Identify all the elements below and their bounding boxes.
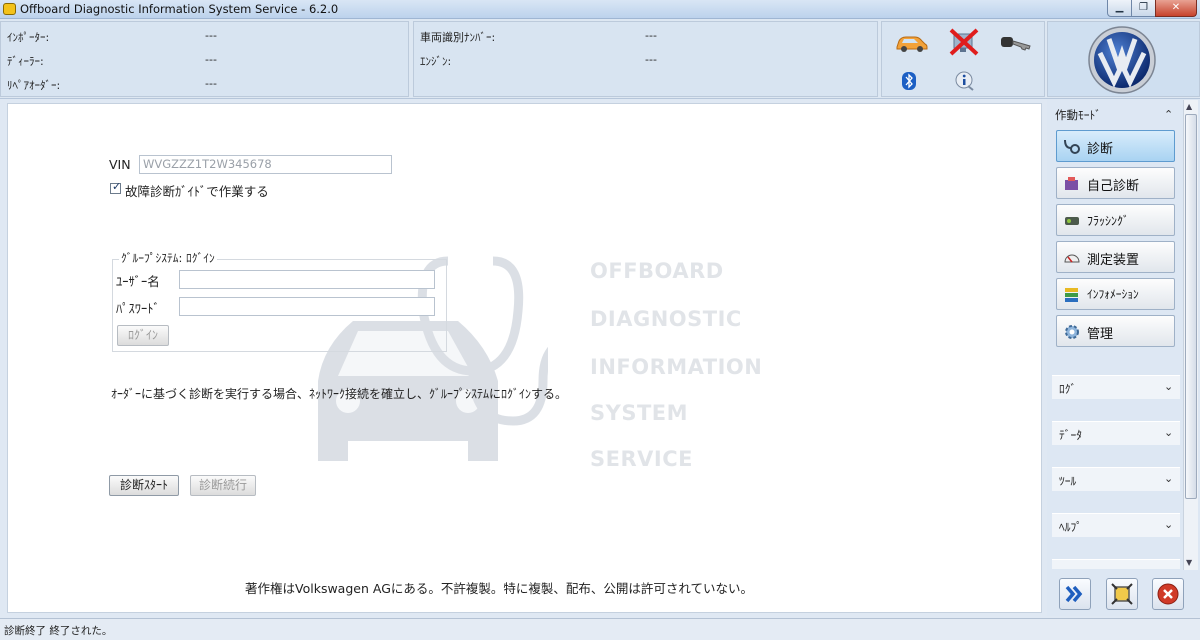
expand-down-icon: ⌄ <box>1164 426 1174 439</box>
vehicle-info-panel: 車両識別ﾅﾝﾊﾞｰ: --- ｴﾝｼﾞﾝ: --- <box>413 21 878 97</box>
start-diagnosis-button[interactable]: 診断ｽﾀｰﾄ <box>109 475 179 496</box>
watermark-line-4: SYSTEM <box>590 401 689 425</box>
window-close-button[interactable]: ✕ <box>1155 0 1197 17</box>
window-title: Offboard Diagnostic Information System S… <box>20 2 339 16</box>
watermark-line-1: OFFBOARD <box>590 259 724 283</box>
stethoscope-icon <box>1064 139 1080 154</box>
vin-header-label: 車両識別ﾅﾝﾊﾞｰ: <box>420 31 496 44</box>
copyright-text: 著作権はVolkswagen AGにある。不許複製。特に複製、配布、公開は許可さ… <box>245 581 754 596</box>
close-icon <box>1157 583 1179 605</box>
section-help[interactable]: ﾍﾙﾌﾟ ⌄ <box>1052 513 1180 537</box>
expand-down-icon: ⌄ <box>1164 472 1174 485</box>
login-button[interactable]: ﾛｸﾞｲﾝ <box>117 325 169 346</box>
scrollbar-thumb[interactable] <box>1185 114 1197 499</box>
mode-label: 測定装置 <box>1087 253 1140 268</box>
username-label: ﾕｰｻﾞｰ名 <box>116 274 160 289</box>
password-input[interactable] <box>179 297 435 316</box>
guided-fault-finding-label[interactable]: 故障診断ｶﾞｲﾄﾞで作業する <box>125 181 269 200</box>
vin-input[interactable]: WVGZZZ1T2W345678 <box>139 155 392 174</box>
status-icons-panel <box>881 21 1045 97</box>
books-icon <box>1065 288 1078 302</box>
mode-information-button[interactable]: ｲﾝﾌｫﾒｰｼｮﾝ <box>1056 278 1175 310</box>
section-tools-label: ﾂｰﾙ <box>1059 474 1077 488</box>
continue-diagnosis-button[interactable]: 診断続行 <box>190 475 256 496</box>
dealer-info-panel: ｲﾝﾎﾟｰﾀｰ: --- ﾃﾞｨｰﾗｰ: --- ﾘﾍﾟｱｵｰﾀﾞｰ: --- <box>0 21 409 97</box>
dealer-value: --- <box>205 53 217 66</box>
key-icon[interactable] <box>1000 34 1032 54</box>
repair-order-value: --- <box>205 77 217 90</box>
guided-fault-finding-checkbox[interactable] <box>110 180 121 194</box>
vw-logo-icon <box>1088 26 1156 94</box>
expand-down-icon: ⌄ <box>1164 380 1174 393</box>
info-header: ｲﾝﾎﾟｰﾀｰ: --- ﾃﾞｨｰﾗｰ: --- ﾘﾍﾟｱｵｰﾀﾞｰ: --- … <box>0 19 1200 99</box>
mode-label: ﾌﾗｯｼﾝｸﾞ <box>1087 214 1130 228</box>
scroll-down-icon[interactable]: ▼ <box>1186 558 1192 567</box>
mode-flashing-button[interactable]: ﾌﾗｯｼﾝｸﾞ <box>1056 204 1175 236</box>
exit-button[interactable] <box>1152 578 1184 610</box>
username-input[interactable] <box>179 270 435 289</box>
mode-diagnosis-button[interactable]: 診断 <box>1056 130 1175 162</box>
vin-label: VIN <box>109 157 131 172</box>
mode-label: 自己診断 <box>1087 179 1140 194</box>
mode-measuring-button[interactable]: 測定装置 <box>1056 241 1175 273</box>
status-bar: 診断終了 終了された。 <box>0 618 1200 640</box>
watermark-line-3: INFORMATION <box>590 355 763 379</box>
mode-label: ｲﾝﾌｫﾒｰｼｮﾝ <box>1087 287 1139 301</box>
section-tools[interactable]: ﾂｰﾙ ⌄ <box>1052 467 1180 491</box>
password-label: ﾊﾟｽﾜｰﾄﾞ <box>116 301 160 316</box>
minimize-button[interactable]: ▁ <box>1107 0 1132 17</box>
vin-header-value: --- <box>645 29 657 42</box>
mode-admin-button[interactable]: 管理 <box>1056 315 1175 347</box>
mode-self-diagnosis-button[interactable]: 自己診断 <box>1056 167 1175 199</box>
scroll-up-icon[interactable]: ▲ <box>1186 102 1192 111</box>
gauge-icon <box>1064 254 1080 263</box>
expand-down-icon: ⌄ <box>1164 518 1174 531</box>
engine-value: --- <box>645 53 657 66</box>
status-text: 診断終了 終了された。 <box>4 625 113 637</box>
title-bar: Offboard Diagnostic Information System S… <box>0 0 1200 19</box>
double-chevron-right-icon <box>1065 585 1083 603</box>
network-disconnected-icon[interactable] <box>948 28 980 56</box>
section-partial[interactable] <box>1052 559 1180 569</box>
mode-label: 診断 <box>1087 142 1114 157</box>
vehicle-connection-icon[interactable] <box>894 32 928 54</box>
flashing-icon <box>1065 217 1079 225</box>
network-info-text: ｵｰﾀﾞｰに基づく診断を実行する場合、ﾈｯﾄﾜｰｸ接続を確立し、ｸﾞﾙｰﾌﾟｼｽ… <box>111 387 568 401</box>
forward-button[interactable] <box>1059 578 1091 610</box>
self-diagnosis-icon <box>1065 177 1078 190</box>
mode-label: 管理 <box>1087 327 1114 342</box>
repair-order-label: ﾘﾍﾟｱｵｰﾀﾞｰ: <box>7 79 61 92</box>
bluetooth-icon[interactable] <box>902 72 916 90</box>
group-login-title: ｸﾞﾙｰﾌﾟｼｽﾃﾑ: ﾛｸﾞｲﾝ <box>119 250 217 266</box>
watermark-line-5: SERVICE <box>590 447 693 471</box>
fullscreen-icon <box>1111 583 1133 605</box>
section-log[interactable]: ﾛｸﾞ ⌄ <box>1052 375 1180 399</box>
sidebar: 作動ﾓｰﾄﾞ ⌃ 診断 自己診断 ﾌﾗｯｼﾝｸﾞ 測定装置 ｲﾝﾌｫﾒｰｼｮﾝ … <box>1047 99 1200 616</box>
maximize-button[interactable]: ❐ <box>1131 0 1156 17</box>
sidebar-scrollbar[interactable]: ▲ ▼ <box>1183 100 1198 570</box>
logo-panel <box>1047 21 1200 97</box>
watermark-line-2: DIAGNOSTIC <box>590 307 742 331</box>
main-content: OFFBOARD DIAGNOSTIC INFORMATION SYSTEM S… <box>7 103 1042 613</box>
section-data-label: ﾃﾞｰﾀ <box>1059 428 1082 442</box>
info-icon[interactable] <box>954 70 976 92</box>
operating-mode-header[interactable]: 作動ﾓｰﾄﾞ <box>1055 107 1101 123</box>
app-icon <box>3 3 16 15</box>
fullscreen-button[interactable] <box>1106 578 1138 610</box>
importer-label: ｲﾝﾎﾟｰﾀｰ: <box>7 31 50 44</box>
section-help-label: ﾍﾙﾌﾟ <box>1059 520 1082 534</box>
importer-value: --- <box>205 29 217 42</box>
section-log-label: ﾛｸﾞ <box>1059 382 1077 396</box>
gear-icon <box>1065 325 1079 339</box>
dealer-label: ﾃﾞｨｰﾗｰ: <box>7 55 44 68</box>
section-data[interactable]: ﾃﾞｰﾀ ⌄ <box>1052 421 1180 445</box>
collapse-up-icon[interactable]: ⌃ <box>1164 108 1173 121</box>
engine-label: ｴﾝｼﾞﾝ: <box>420 55 452 68</box>
